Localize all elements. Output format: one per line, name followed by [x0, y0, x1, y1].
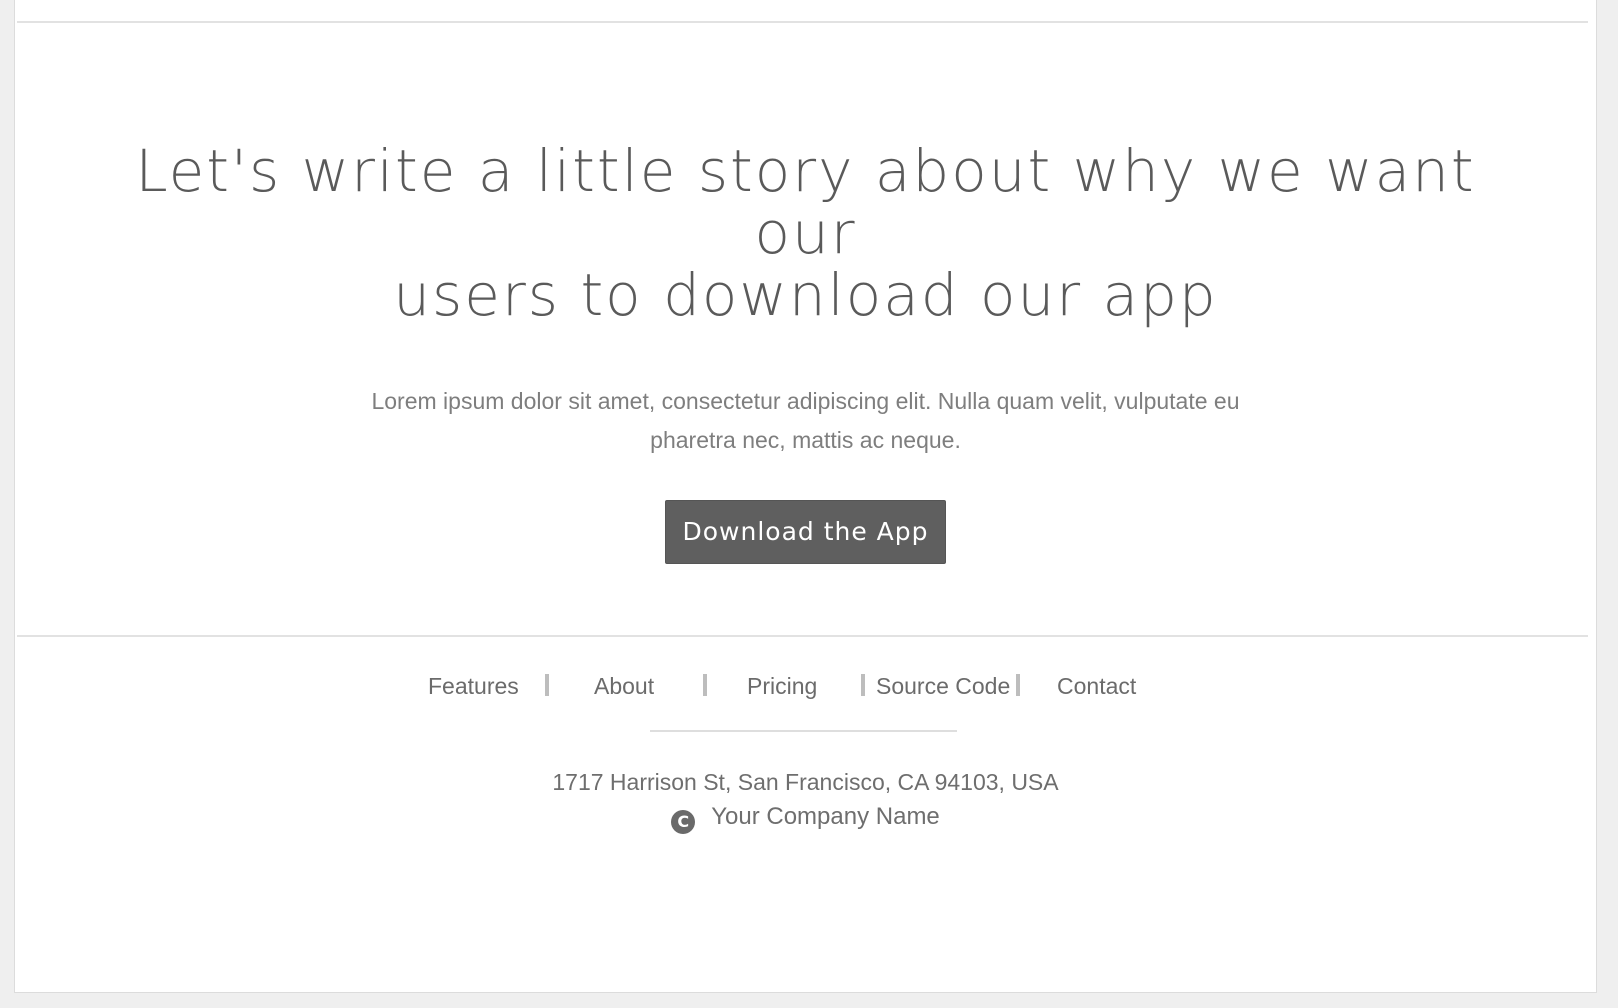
footer-nav-separator: [545, 674, 549, 696]
hero-headline-line1: Let's write a little story about why we …: [135, 137, 1476, 267]
page-frame: Let's write a little story about why we …: [14, 0, 1597, 993]
footer-link-features[interactable]: Features: [428, 666, 519, 706]
copyright-icon: C: [671, 810, 696, 834]
hero-headline-line2: users to download our app: [393, 261, 1218, 329]
hero-section: Let's write a little story about why we …: [15, 140, 1596, 564]
footer-link-about[interactable]: About: [594, 666, 654, 706]
footer-divider: [17, 635, 1588, 637]
footer-link-contact[interactable]: Contact: [1057, 666, 1136, 706]
hero-headline: Let's write a little story about why we …: [96, 140, 1516, 326]
footer-short-divider: [650, 730, 957, 732]
footer-link-source-code[interactable]: Source Code: [876, 666, 1010, 706]
download-app-button[interactable]: Download the App: [665, 500, 946, 564]
footer-nav: Features About Pricing Source Code Conta…: [15, 666, 1596, 706]
footer-nav-separator: [703, 674, 707, 696]
top-divider: [17, 21, 1588, 23]
hero-subtext: Lorem ipsum dolor sit amet, consectetur …: [366, 382, 1246, 460]
hero-subtext-line2: pharetra nec, mattis ac neque.: [650, 427, 961, 453]
footer-link-pricing[interactable]: Pricing: [747, 666, 817, 706]
company-name: Your Company Name: [711, 803, 940, 830]
hero-subtext-line1: Lorem ipsum dolor sit amet, consectetur …: [371, 388, 1240, 414]
footer-nav-separator: [1016, 674, 1020, 696]
footer-nav-separator: [861, 674, 865, 696]
copyright-line: C Your Company Name: [15, 800, 1596, 834]
company-address: 1717 Harrison St, San Francisco, CA 9410…: [552, 769, 1059, 795]
